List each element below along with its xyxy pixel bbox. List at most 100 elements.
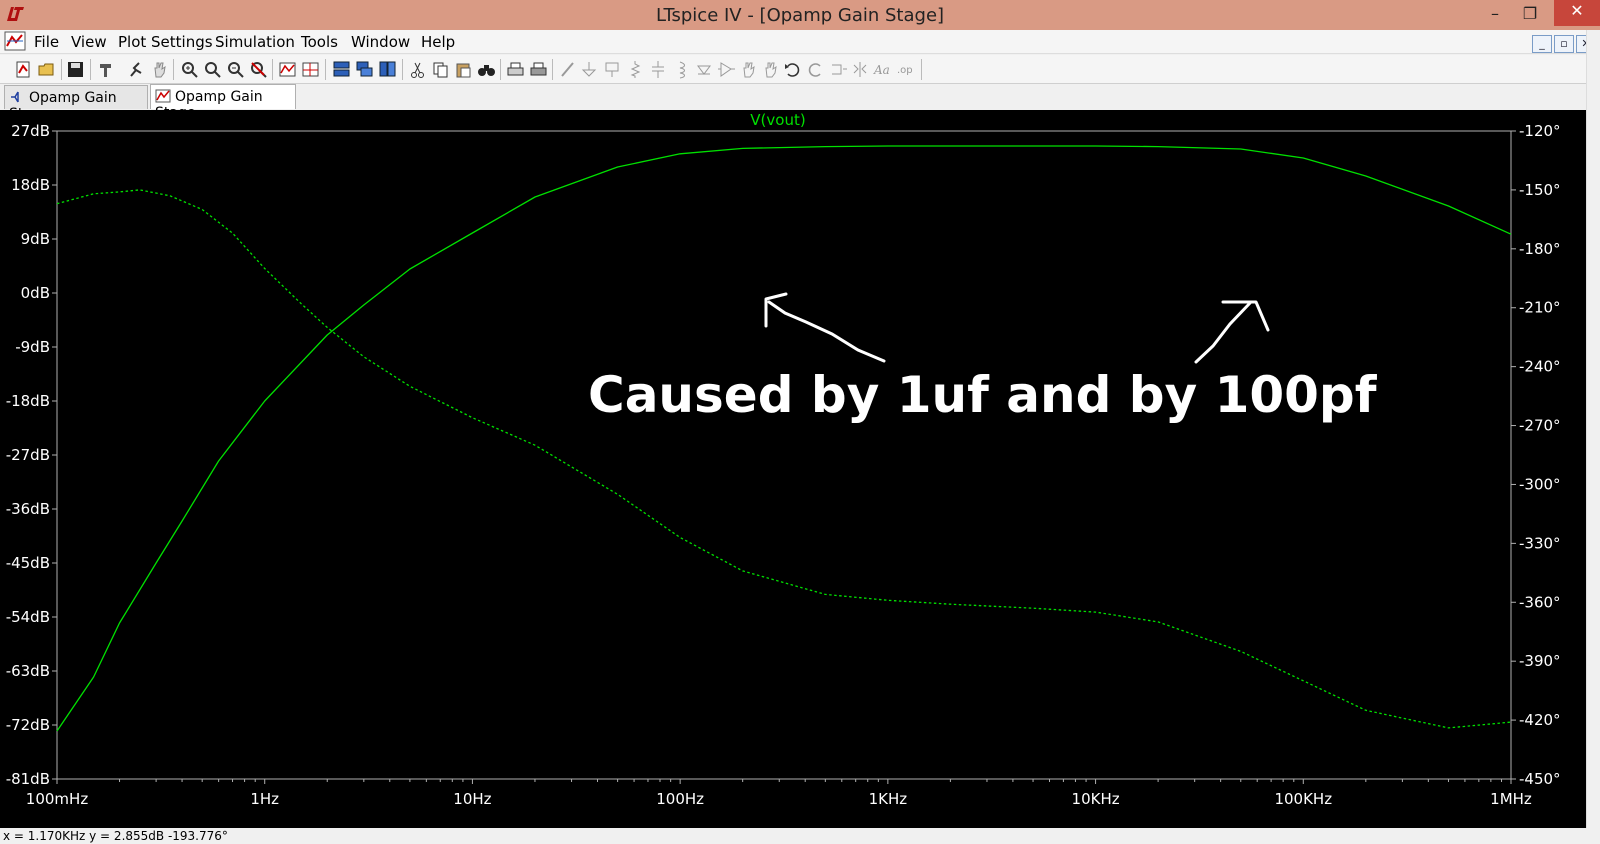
tile-horizontal-icon[interactable]: [332, 60, 351, 79]
undo-icon[interactable]: [783, 60, 802, 79]
y-right-tick-label: -390°: [1519, 652, 1561, 670]
minimize-button[interactable]: –: [1480, 3, 1510, 25]
bode-plot[interactable]: V(vout) 100mHz 1Hz 10Hz 100Hz 1KHz 10KHz 100KHz…: [0, 110, 1586, 828]
toolbar-separator: [61, 59, 62, 80]
x-tick-label: 100Hz: [656, 790, 704, 808]
menu-view[interactable]: View: [71, 33, 107, 51]
waveform-doc-icon[interactable]: [4, 31, 26, 51]
y-right-tick-label: -150°: [1519, 181, 1561, 199]
menu-simulation[interactable]: Simulation: [215, 33, 295, 51]
open-folder-icon[interactable]: [37, 60, 56, 79]
menu-file[interactable]: File: [34, 33, 59, 51]
status-bar: x = 1.170KHz y = 2.855dB -193.776°: [0, 828, 1600, 844]
y-right-tick-label: -210°: [1519, 299, 1561, 317]
y-left-tick-label: 18dB: [11, 176, 50, 194]
save-icon[interactable]: [66, 60, 85, 79]
zoom-in-icon[interactable]: [180, 60, 199, 79]
y-left-tick-label: -81dB: [6, 770, 50, 788]
x-tick-label: 10KHz: [1072, 790, 1120, 808]
y-left-tick-label: -63dB: [6, 662, 50, 680]
waveform-plot-pane[interactable]: V(vout) 100mHz 1Hz 10Hz 100Hz 1KHz 10KHz 100KHz…: [0, 110, 1600, 828]
cascade-icon[interactable]: [355, 60, 374, 79]
toolbar-separator: [402, 59, 403, 80]
tab-schematic[interactable]: Opamp Gain Stage: [4, 85, 148, 122]
svg-text:Aa: Aa: [873, 63, 890, 77]
toolbar-separator: [500, 59, 501, 80]
diode-icon[interactable]: [695, 60, 714, 79]
tab-waveform[interactable]: Opamp Gain Stage: [150, 84, 296, 121]
toolbar-separator: [173, 59, 174, 80]
svg-text:.op: .op: [897, 65, 913, 76]
inductor-icon[interactable]: [672, 60, 691, 79]
menu-plot-settings[interactable]: Plot Settings: [118, 33, 213, 51]
copy-icon[interactable]: [431, 60, 450, 79]
y-right-tick-label: -330°: [1519, 534, 1561, 552]
y-right-tick-label: -270°: [1519, 417, 1561, 435]
x-tick-label: 100KHz: [1274, 790, 1332, 808]
waveform-icon: [155, 89, 171, 103]
autorange-icon[interactable]: [278, 60, 297, 79]
toolbar-separator: [272, 59, 273, 80]
menu-tools[interactable]: Tools: [301, 33, 338, 51]
zoom-cancel-icon[interactable]: [249, 60, 268, 79]
mirror-icon[interactable]: [851, 60, 870, 79]
toolbar-separator: [325, 59, 326, 80]
component-icon[interactable]: [717, 60, 736, 79]
chart-title: V(vout): [750, 111, 805, 129]
ground-icon[interactable]: [580, 60, 599, 79]
schematic-icon: [11, 91, 19, 103]
zoom-out-icon[interactable]: [226, 60, 245, 79]
spice-directive-icon[interactable]: .op: [896, 60, 915, 79]
print-icon[interactable]: [529, 60, 548, 79]
draw-wire-icon[interactable]: [558, 60, 577, 79]
y-right-tick-label: -420°: [1519, 711, 1561, 729]
rotate-icon[interactable]: [829, 60, 848, 79]
arrow-right-annotation: [1194, 301, 1252, 364]
menu-help[interactable]: Help: [421, 33, 455, 51]
cut-icon[interactable]: [408, 60, 427, 79]
magnitude-trace: [56, 145, 1512, 732]
move-hand-icon[interactable]: [739, 60, 758, 79]
window-title: LTspice IV - [Opamp Gain Stage]: [655, 5, 945, 26]
zoom-area-icon[interactable]: [203, 60, 222, 79]
redo-icon[interactable]: [806, 60, 825, 79]
y-right-tick-label: -300°: [1519, 475, 1561, 493]
close-button[interactable]: ✕: [1554, 0, 1600, 26]
x-tick-label: 10Hz: [453, 790, 491, 808]
mdi-minimize-button[interactable]: _: [1532, 35, 1552, 53]
y-left-tick-label: 0dB: [21, 284, 50, 302]
cursor-plot-icon[interactable]: [301, 60, 320, 79]
y-left-tick-label: -9dB: [15, 338, 50, 356]
drag-hand-icon[interactable]: [761, 60, 780, 79]
capacitor-icon[interactable]: [649, 60, 668, 79]
mdi-restore-button[interactable]: ▫: [1554, 35, 1574, 53]
toolbar-separator: [921, 59, 922, 80]
tile-vertical-icon[interactable]: [378, 60, 397, 79]
new-schematic-icon[interactable]: [14, 60, 33, 79]
print-setup-icon[interactable]: [506, 60, 525, 79]
label-net-icon[interactable]: [603, 60, 622, 79]
y-left-tick-label: 27dB: [11, 122, 50, 140]
document-tabs: Opamp Gain Stage Opamp Gain Stage: [0, 84, 1600, 122]
maximize-button[interactable]: ❐: [1515, 3, 1545, 25]
y-right-tick-label: -120°: [1519, 122, 1561, 140]
paste-icon[interactable]: [454, 60, 473, 79]
y-left-tick-label: -27dB: [6, 446, 50, 464]
annotation-text: Caused by 1uf and by 100pf: [588, 366, 1378, 424]
title-bar: LTspice IV - [Opamp Gain Stage] – ❐ ✕: [0, 0, 1600, 30]
find-binoculars-icon[interactable]: [477, 60, 496, 79]
run-icon[interactable]: [127, 60, 146, 79]
cursor-readout: x = 1.170KHz y = 2.855dB -193.776°: [3, 829, 228, 843]
y-left-tick-label: -45dB: [6, 554, 50, 572]
resistor-icon[interactable]: [626, 60, 645, 79]
y-right-tick-label: -180°: [1519, 240, 1561, 258]
phase-trace: [56, 189, 1512, 729]
y-left-tick-label: 9dB: [21, 230, 50, 248]
x-tick-label: 1KHz: [869, 790, 908, 808]
text-icon[interactable]: Aa: [873, 60, 892, 79]
control-panel-hammer-icon[interactable]: [97, 60, 116, 79]
y-right-tick-label: -360°: [1519, 593, 1561, 611]
y-left-tick-label: -54dB: [6, 608, 50, 626]
menu-window[interactable]: Window: [351, 33, 410, 51]
halt-hand-icon[interactable]: [150, 60, 169, 79]
